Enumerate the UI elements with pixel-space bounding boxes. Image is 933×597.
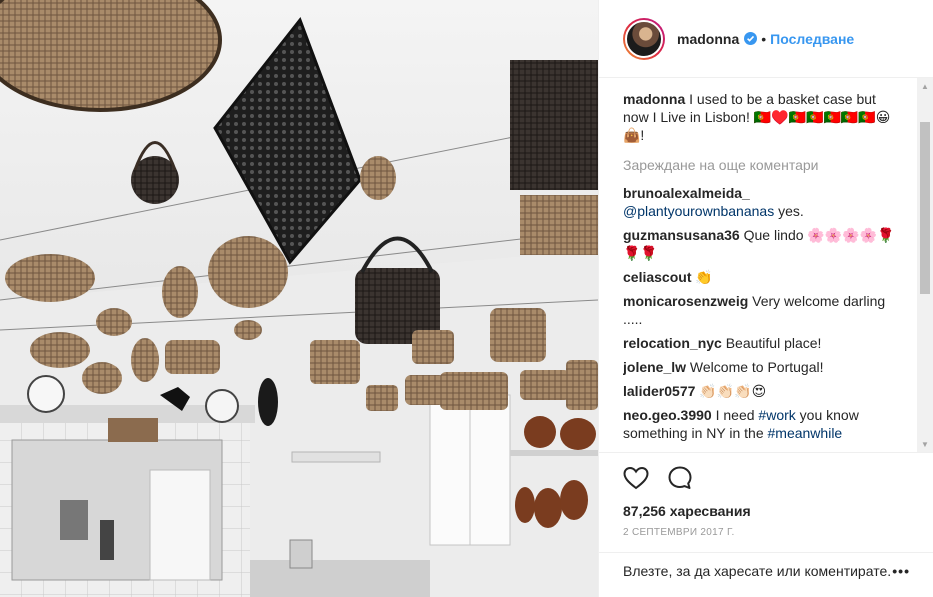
more-options-icon[interactable]: ••• [892,563,910,579]
heart-icon[interactable] [623,464,651,492]
comment-item: neo.geo.3990 I need #work you know somet… [623,406,895,442]
comment-item: guzmansusana36 Que lindo 🌸🌸🌸🌸🌹🌹🌹 [623,226,895,262]
comment-item: lalider0577 👏🏻👏🏻👏🏻😍 [623,382,895,400]
caption-username[interactable]: madonna [623,91,685,107]
comment-text: 👏 [695,269,713,285]
post-header: madonna • Последване [599,0,933,78]
photo-illustration [0,0,598,597]
post-photo[interactable] [0,0,598,597]
comment-text: 👏🏻👏🏻👏🏻😍 [699,383,767,399]
comment-item: relocation_nyc Beautiful place! [623,334,895,352]
comment-text: Beautiful place! [725,335,822,351]
header-username[interactable]: madonna [677,31,739,47]
post-dialog: madonna • Последване madonna I used to b… [0,0,933,597]
comment-username[interactable]: guzmansusana36 [623,227,740,243]
comment-username[interactable]: monicarosenzweig [623,293,748,309]
login-prompt: Влезте , за да харесате или коментирате.… [599,552,933,588]
header-separator: • [761,30,767,47]
comment-text: yes. [774,203,804,219]
scroll-down-arrow-icon[interactable]: ▼ [917,436,933,452]
verified-badge-icon [744,32,758,45]
follow-button[interactable]: Последване [770,31,854,47]
comment-username[interactable]: lalider0577 [623,383,695,399]
avatar[interactable] [623,17,665,60]
load-more-comments-button[interactable]: Зареждане на още коментари [623,156,895,174]
scroll-up-arrow-icon[interactable]: ▲ [917,78,933,94]
comment-item: brunoalexalmeida_ @plantyourownbananas y… [623,184,895,220]
actions-section: 87,256 харесвания 2 СЕПТЕМВРИ 2017 Г. [599,452,933,538]
scrollbar-thumb[interactable] [920,122,930,294]
comment-text: Welcome to Portugal! [689,359,824,375]
comment-username[interactable]: jolene_lw [623,359,686,375]
comment-item: monicarosenzweig Very welcome darling ..… [623,292,895,328]
comment-item: jolene_lw Welcome to Portugal! [623,358,895,376]
comments-list: madonna I used to be a basket case but n… [623,90,895,452]
comment-link[interactable]: @plantyourownbananas [623,203,774,219]
login-link[interactable]: Влезте [623,563,668,579]
comment-username[interactable]: neo.geo.3990 [623,407,712,423]
likes-count[interactable]: 87,256 харесвания [623,503,910,519]
comment-link[interactable]: #meanwhile [768,425,843,441]
comment-username[interactable]: celiascout [623,269,691,285]
action-icons [623,463,910,493]
comment-icon[interactable] [667,464,695,492]
login-prompt-text: , за да харесате или коментирате. [668,562,892,579]
comments-scrollbar[interactable]: ▲ ▼ [917,78,933,452]
caption: madonna I used to be a basket case but n… [623,90,895,144]
comment-text: I need [715,407,759,423]
comment-item: celiascout 👏 [623,268,895,286]
side-panel: madonna • Последване madonna I used to b… [598,0,933,597]
comment-username[interactable]: brunoalexalmeida_ [623,185,750,201]
post-date[interactable]: 2 СЕПТЕМВРИ 2017 Г. [623,527,910,538]
comment-link[interactable]: #work [758,407,795,423]
comment-container: brunoalexalmeida_ @plantyourownbananas y… [623,184,895,452]
comment-username[interactable]: relocation_nyc [623,335,722,351]
